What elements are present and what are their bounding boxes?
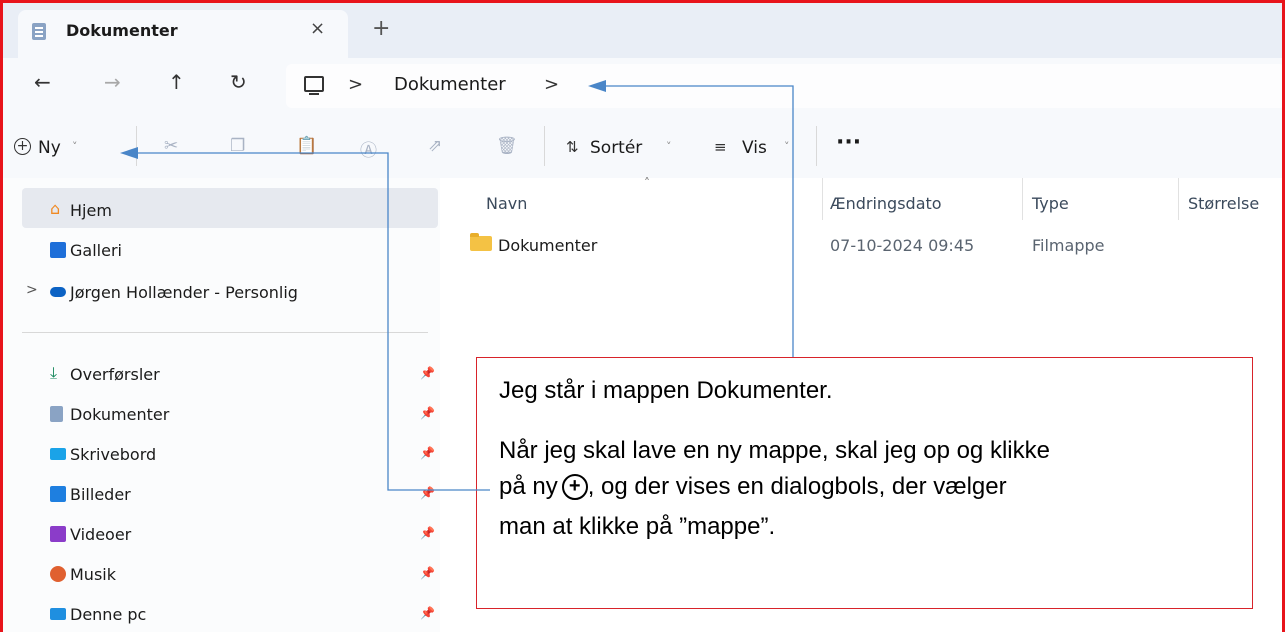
annotation-arrows <box>120 80 794 491</box>
arrow-to-new-button <box>136 152 490 491</box>
arrow-to-address <box>604 85 794 357</box>
arrowhead-new-button <box>120 147 138 159</box>
arrowhead-address <box>588 80 606 92</box>
